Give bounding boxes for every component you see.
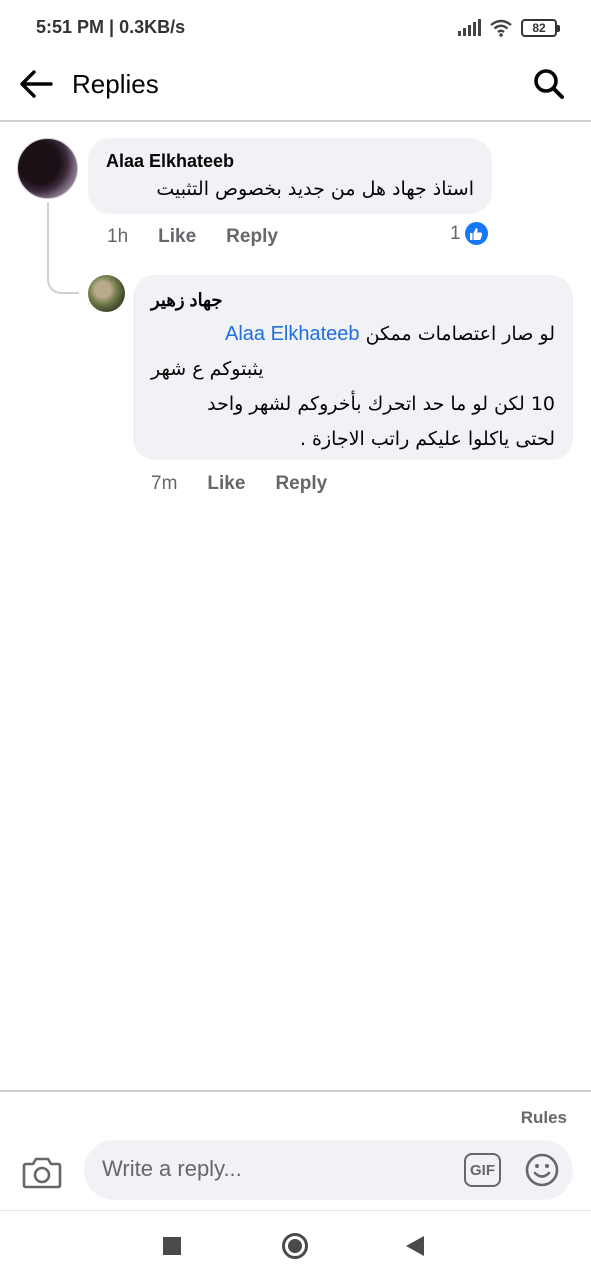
comment-time: 1h — [107, 226, 129, 247]
reaction-count[interactable]: 1 — [450, 222, 488, 245]
recents-button[interactable] — [163, 1237, 181, 1255]
reply-composer: Rules GIF — [0, 1090, 591, 1210]
system-back-button[interactable] — [406, 1236, 424, 1256]
status-icons: 82 — [457, 16, 560, 40]
reply-actions: 7m Like Reply — [151, 473, 327, 495]
reply-text: لو صار اعتصامات ممكن Alaa Elkhateeb يثبت… — [151, 317, 555, 457]
thread-connector — [47, 280, 79, 294]
comment-bubble[interactable]: Alaa Elkhateeb استاذ جهاد هل من جديد بخص… — [88, 138, 492, 214]
camera-button[interactable] — [22, 1154, 62, 1190]
camera-icon — [22, 1157, 62, 1189]
emoji-icon — [525, 1153, 559, 1187]
reply-input-box[interactable]: GIF — [84, 1140, 573, 1200]
page-title: Replies — [72, 69, 159, 99]
search-button[interactable] — [529, 64, 569, 104]
reply-line-2: يثبتوكم ع شهر — [151, 358, 264, 380]
like-button[interactable]: Like — [207, 473, 245, 495]
reply-line-1: لو صار اعتصامات ممكن Alaa Elkhateeb — [151, 317, 555, 352]
reply-line-1-text: لو صار اعتصامات ممكن — [365, 323, 555, 345]
system-nav-bar — [0, 1210, 591, 1280]
reply-line-3: 10 لكن لو ما حد اتحرك بأخروكم لشهر واحد — [207, 393, 555, 415]
arrow-left-icon — [20, 70, 53, 98]
gif-button[interactable]: GIF — [464, 1153, 501, 1187]
avatar-alaa[interactable] — [17, 138, 78, 199]
reply-bubble[interactable]: جهاد زهير لو صار اعتصامات ممكن Alaa Elkh… — [133, 275, 573, 460]
reaction-count-value: 1 — [450, 222, 461, 244]
reply-button[interactable]: Reply — [226, 226, 278, 248]
header-bar: Replies — [0, 56, 591, 122]
back-button[interactable] — [16, 64, 56, 104]
battery-icon: 82 — [521, 19, 560, 37]
search-icon — [534, 69, 564, 99]
emoji-button[interactable] — [525, 1153, 559, 1187]
mention-link[interactable]: Alaa Elkhateeb — [225, 323, 360, 345]
thumbs-up-icon — [464, 222, 488, 245]
like-button[interactable]: Like — [158, 226, 196, 248]
wifi-icon — [490, 19, 512, 37]
comment-actions: 1h Like Reply — [107, 226, 278, 248]
home-button[interactable] — [282, 1233, 308, 1259]
reply-input[interactable] — [102, 1156, 432, 1182]
reply-time: 7m — [151, 473, 178, 494]
status-bar: 5:51 PM | 0.3KB/s 82 — [0, 0, 591, 56]
avatar-jihad[interactable] — [88, 275, 125, 312]
reply-button[interactable]: Reply — [275, 473, 327, 495]
reply-author[interactable]: جهاد زهير — [151, 290, 222, 311]
signal-icon — [458, 19, 481, 36]
battery-level: 82 — [532, 21, 546, 35]
comment-text: استاذ جهاد هل من جديد بخصوص التثبيت — [156, 178, 474, 200]
rules-link[interactable]: Rules — [521, 1108, 567, 1128]
thread-line — [47, 202, 49, 282]
reply-line-4: لحتى ياكلوا عليكم راتب الاجازة . — [299, 428, 555, 450]
status-time: 5:51 PM | 0.3KB/s — [36, 17, 186, 37]
comment-author[interactable]: Alaa Elkhateeb — [106, 151, 234, 172]
